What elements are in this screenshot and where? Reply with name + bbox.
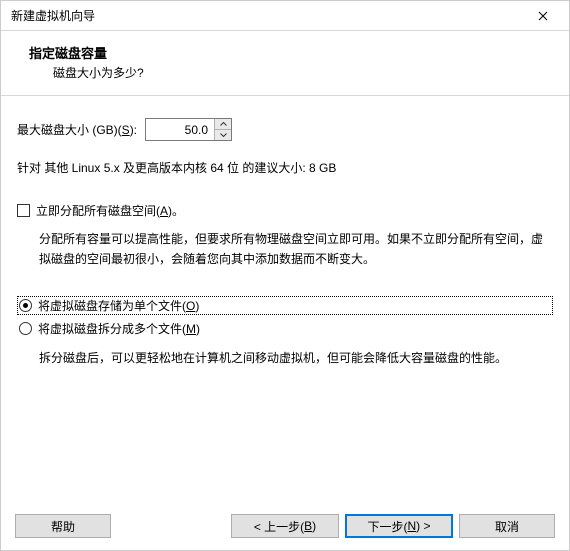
checkbox-icon [17,204,30,217]
content-area: 最大磁盘大小 (GB)(S): 针对 其他 Linux 5.x 及更高版本内核 … [1,96,569,504]
titlebar: 新建虚拟机向导 [1,1,569,31]
header-subtitle: 磁盘大小为多少? [29,64,559,81]
cancel-button[interactable]: 取消 [459,514,555,538]
disk-size-spinner[interactable] [145,118,232,141]
header-title: 指定磁盘容量 [29,43,559,62]
back-button[interactable]: < 上一步(B) [231,514,339,538]
radio-split-label: 将虚拟磁盘拆分成多个文件(M) [38,320,200,337]
recommendation-text: 针对 其他 Linux 5.x 及更高版本内核 64 位 的建议大小: 8 GB [17,159,553,176]
allocate-section: 立即分配所有磁盘空间(A)。 分配所有容量可以提高性能，但要求所有物理磁盘空间立… [17,202,553,270]
radio-single-label: 将虚拟磁盘存储为单个文件(O) [38,297,199,314]
help-button[interactable]: 帮助 [15,514,111,538]
allocate-now-label: 立即分配所有磁盘空间(A)。 [36,202,184,219]
radio-split-files[interactable]: 将虚拟磁盘拆分成多个文件(M) [17,319,553,338]
disk-size-input[interactable] [146,119,214,140]
close-icon [538,11,548,21]
button-bar: 帮助 < 上一步(B) 下一步(N) > 取消 [1,504,569,550]
spinner-buttons [214,119,231,140]
wizard-header: 指定磁盘容量 磁盘大小为多少? [1,31,569,96]
allocate-now-checkbox[interactable]: 立即分配所有磁盘空间(A)。 [17,202,553,219]
radio-icon [19,322,32,335]
disk-size-label: 最大磁盘大小 (GB)(S): [17,121,137,138]
disk-size-row: 最大磁盘大小 (GB)(S): [17,118,553,141]
window-title: 新建虚拟机向导 [11,7,95,24]
radio-single-file[interactable]: 将虚拟磁盘存储为单个文件(O) [17,296,553,315]
next-button[interactable]: 下一步(N) > [345,514,453,538]
chevron-down-icon [220,133,227,137]
spin-down-button[interactable] [215,130,231,140]
spin-up-button[interactable] [215,119,231,130]
file-mode-section: 将虚拟磁盘存储为单个文件(O) 将虚拟磁盘拆分成多个文件(M) 拆分磁盘后，可以… [17,296,553,368]
radio-icon [19,299,32,312]
chevron-up-icon [220,122,227,126]
split-desc: 拆分磁盘后，可以更轻松地在计算机之间移动虚拟机，但可能会降低大容量磁盘的性能。 [39,348,553,368]
close-button[interactable] [521,2,565,30]
allocate-now-desc: 分配所有容量可以提高性能，但要求所有物理磁盘空间立即可用。如果不立即分配所有空间… [39,229,553,270]
